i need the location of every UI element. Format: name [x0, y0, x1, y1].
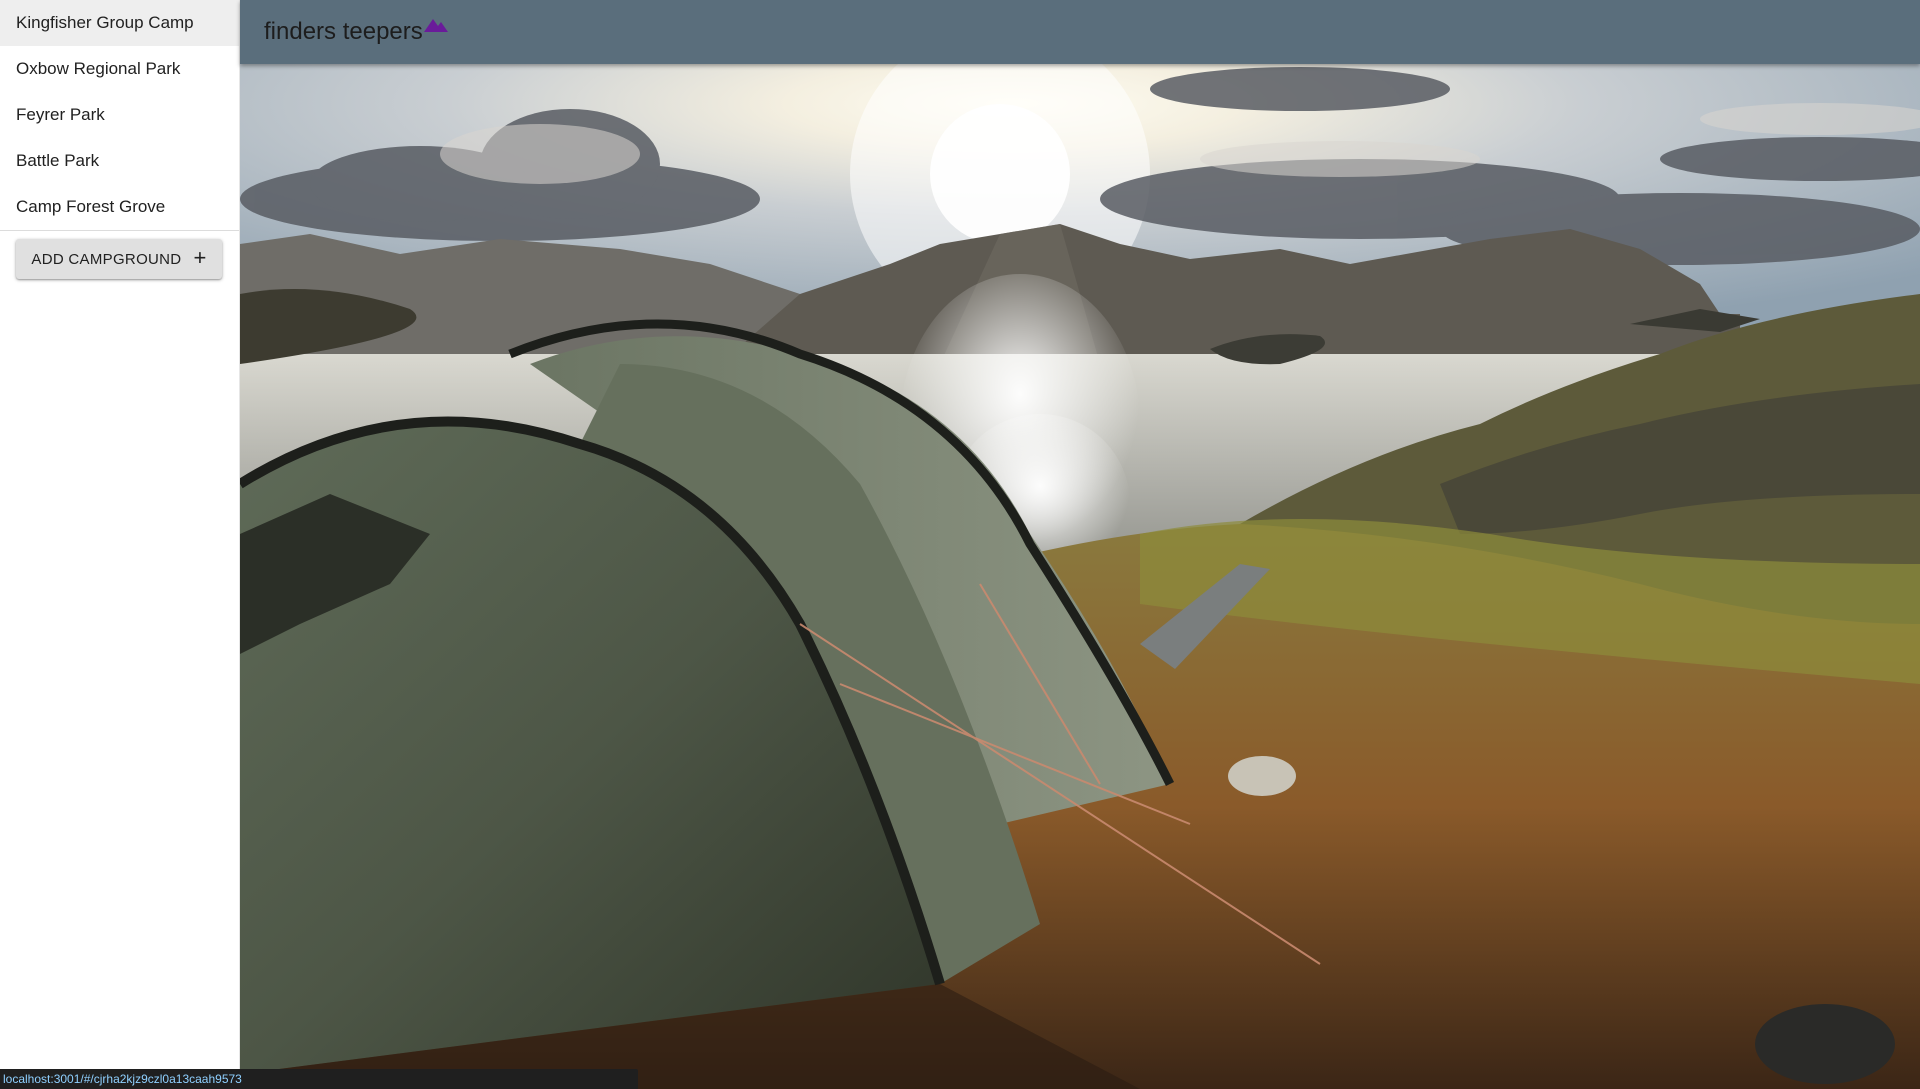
campground-sidebar: Kingfisher Group Camp Oxbow Regional Par… [0, 0, 240, 1089]
add-campground-label: ADD CAMPGROUND [31, 250, 182, 268]
hero-image [240, 64, 1920, 1089]
status-bar-url: localhost:3001/#/cjrha2kjz9czl0a13caah95… [0, 1069, 638, 1089]
campground-item-battle-park[interactable]: Battle Park [0, 138, 239, 184]
sidebar-divider [0, 230, 239, 231]
plus-icon: + [193, 245, 207, 270]
tent-by-lake-scene [240, 64, 1920, 1089]
mountain-icon [423, 18, 448, 37]
add-campground-button[interactable]: ADD CAMPGROUND + [16, 239, 222, 279]
app-header: finders teepers [240, 0, 1920, 64]
campground-item-feyrer-park[interactable]: Feyrer Park [0, 92, 239, 138]
campground-item-kingfisher-group-camp[interactable]: Kingfisher Group Camp [0, 0, 239, 46]
campground-list: Kingfisher Group Camp Oxbow Regional Par… [0, 0, 239, 230]
campground-item-camp-forest-grove[interactable]: Camp Forest Grove [0, 184, 239, 230]
app-title: finders teepers [264, 18, 423, 45]
campground-item-oxbow-regional-park[interactable]: Oxbow Regional Park [0, 46, 239, 92]
